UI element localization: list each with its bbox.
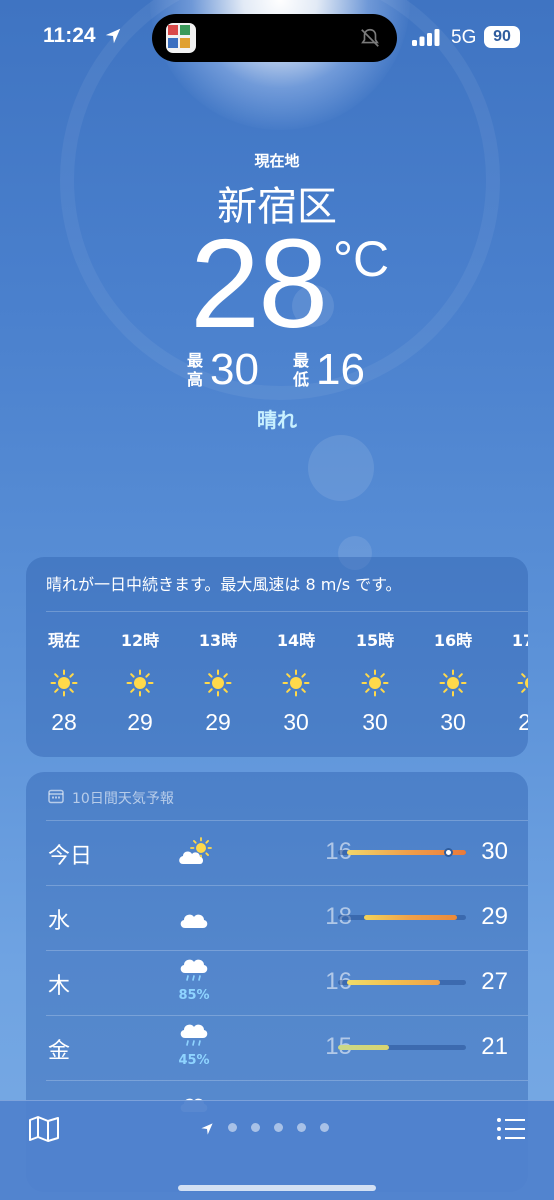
hourly-item: 14時 30 bbox=[261, 627, 331, 736]
hour-label: 現在 bbox=[47, 631, 80, 650]
hour-temperature: 30 bbox=[283, 709, 309, 735]
divider bbox=[46, 1015, 528, 1016]
current-temperature: 28 bbox=[190, 213, 328, 354]
temperature-range-bar bbox=[338, 848, 466, 857]
hour-label: 13時 bbox=[198, 631, 238, 650]
daily-row[interactable]: 金45%1521 bbox=[26, 1015, 528, 1079]
day-label: 今日 bbox=[48, 844, 93, 869]
hourly-item: 現在 28 bbox=[29, 627, 99, 736]
hour-temperature: 29 bbox=[127, 709, 153, 735]
condition-text: 晴れ bbox=[257, 408, 297, 432]
hourly-forecast-card[interactable]: 晴れが一日中続きます。最大風速は 8 m/s です。 現在 28 12時 29 13時 2… bbox=[26, 557, 528, 757]
temperature-range-fill bbox=[338, 1045, 390, 1050]
bottom-toolbar bbox=[0, 1100, 554, 1200]
sun-icon bbox=[126, 669, 154, 697]
temperature-unit: °C bbox=[333, 231, 390, 287]
hour-label: 17時 bbox=[511, 631, 528, 650]
divider bbox=[46, 611, 528, 612]
page-dot[interactable] bbox=[228, 1123, 237, 1132]
high-temperature: 27 bbox=[481, 968, 508, 995]
high-label: 最高 bbox=[187, 351, 204, 389]
hourly-item: 12時 29 bbox=[105, 627, 175, 736]
sun-icon bbox=[439, 669, 467, 697]
temperature-range-bar bbox=[338, 1045, 466, 1050]
hour-temperature: 29 bbox=[518, 709, 528, 735]
low-temperature: 16 bbox=[316, 345, 365, 394]
hour-label: 14時 bbox=[276, 631, 316, 650]
dynamic-island[interactable] bbox=[152, 14, 397, 62]
hour-temperature: 30 bbox=[440, 709, 466, 735]
rain-icon bbox=[177, 954, 213, 988]
divider bbox=[46, 950, 528, 951]
map-icon[interactable] bbox=[28, 1115, 60, 1143]
high-temperature: 30 bbox=[210, 345, 259, 394]
location-label: 現在地 bbox=[254, 152, 300, 170]
home-indicator[interactable] bbox=[178, 1185, 376, 1191]
temperature-range-bar bbox=[338, 915, 466, 920]
app-icon[interactable] bbox=[166, 23, 196, 53]
calendar-icon bbox=[48, 789, 64, 804]
location-arrow-icon[interactable] bbox=[200, 1121, 214, 1140]
mute-icon bbox=[361, 28, 379, 47]
status-bar: 11:24 5G 90 bbox=[0, 0, 554, 76]
weather-summary: 晴れが一日中続きます。最大風速は 8 m/s です。 bbox=[46, 575, 402, 594]
divider bbox=[46, 885, 528, 886]
divider bbox=[46, 1080, 528, 1081]
hour-temperature: 28 bbox=[51, 709, 77, 735]
list-icon[interactable] bbox=[496, 1117, 526, 1141]
day-label: 木 bbox=[48, 974, 71, 999]
signal-icon bbox=[412, 29, 440, 46]
hour-temperature: 30 bbox=[362, 709, 388, 735]
high-temperature: 29 bbox=[481, 903, 508, 930]
sun-icon bbox=[361, 669, 389, 697]
rain-icon bbox=[177, 1019, 213, 1053]
hourly-item: 13時 29 bbox=[183, 627, 253, 736]
sun-icon bbox=[204, 669, 232, 697]
status-time: 11:24 bbox=[43, 24, 96, 47]
hourly-item: 16時 30 bbox=[418, 627, 488, 736]
temperature-range-bar bbox=[338, 980, 466, 985]
hour-label: 12時 bbox=[120, 631, 160, 650]
daily-row[interactable]: 木 85% 16 27 bbox=[26, 950, 528, 1014]
temperature-range-fill bbox=[346, 980, 441, 985]
partly-cloudy-icon bbox=[177, 837, 213, 871]
hour-label: 15時 bbox=[355, 631, 395, 650]
page-dot[interactable] bbox=[274, 1123, 283, 1132]
daily-row[interactable]: 今日 16 30 bbox=[26, 820, 528, 884]
location-arrow-icon bbox=[105, 28, 121, 44]
current-temperature-marker bbox=[444, 848, 454, 857]
daily-row[interactable]: 水 18 29 bbox=[26, 885, 528, 949]
high-temperature: 30 bbox=[481, 838, 508, 865]
hourly-item: 15時 30 bbox=[340, 627, 410, 736]
sun-icon bbox=[50, 669, 78, 697]
lens-flare bbox=[308, 435, 374, 501]
low-label: 最低 bbox=[293, 351, 310, 389]
page-dot[interactable] bbox=[320, 1123, 329, 1132]
divider bbox=[46, 820, 528, 821]
page-dot[interactable] bbox=[297, 1123, 306, 1132]
day-label: 水 bbox=[48, 909, 71, 934]
network-type: 5G bbox=[451, 27, 477, 48]
high-temperature: 21 bbox=[481, 1033, 508, 1060]
sun-icon bbox=[517, 669, 528, 697]
cloud-icon bbox=[177, 902, 213, 936]
precipitation-chance: 85% bbox=[178, 988, 210, 1003]
precipitation-chance: 45% bbox=[178, 1053, 210, 1068]
daily-header: 10日間天気予報 bbox=[72, 791, 174, 807]
hour-temperature: 29 bbox=[205, 709, 231, 735]
hourly-item: 17時 29 bbox=[496, 627, 528, 736]
day-label: 金 bbox=[48, 1039, 71, 1064]
sun-icon bbox=[282, 669, 310, 697]
battery-indicator: 90 bbox=[484, 26, 520, 48]
page-dot[interactable] bbox=[251, 1123, 260, 1132]
temperature-range-fill bbox=[363, 915, 458, 920]
hour-label: 16時 bbox=[433, 631, 473, 650]
